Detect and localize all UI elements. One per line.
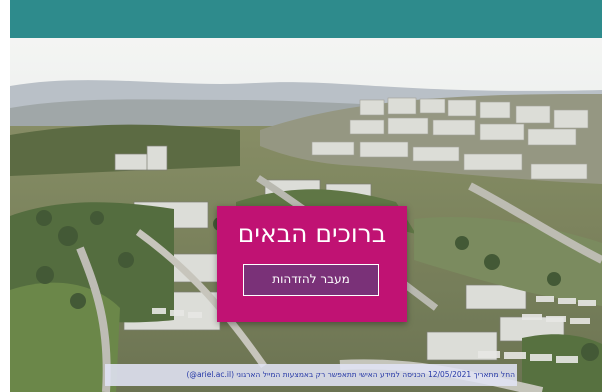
welcome-login-card: ברוכים הבאים מעבר להזדהות <box>217 206 407 322</box>
login-page: ברוכים הבאים מעבר להזדהות החל מתאריך 12/… <box>0 0 602 392</box>
welcome-title: ברוכים הבאים <box>237 219 387 248</box>
top-header-bar <box>10 0 602 38</box>
email-notice-banner: החל מתאריך 12/05/2021 הכניסה למידע האישי… <box>105 364 517 386</box>
email-notice-text: החל מתאריך 12/05/2021 הכניסה למידע האישי… <box>186 370 516 379</box>
go-to-authentication-button[interactable]: מעבר להזדהות <box>243 264 379 296</box>
